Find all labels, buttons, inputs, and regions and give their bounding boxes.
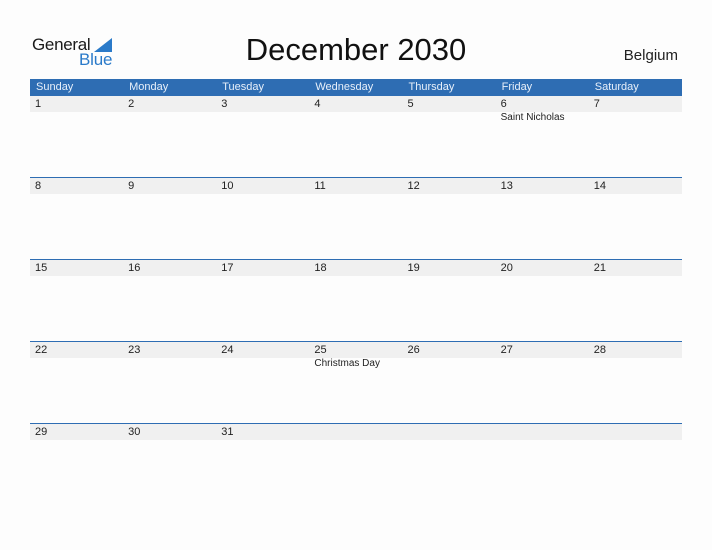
day-cell: 20 [496,260,589,338]
day-cell: 27 [496,342,589,420]
week-row: 29 30 31 [30,423,682,505]
day-cell: 29 [30,424,123,502]
week-cells: 29 30 31 [30,424,682,502]
day-cell [589,424,682,502]
day-cell: 2 [123,96,216,174]
week-cells: 1 2 3 4 5 6 Saint Nicholas 7 [30,96,682,174]
day-number: 22 [35,344,48,356]
weekday-header: Sunday Monday Tuesday Wednesday Thursday… [30,79,682,96]
day-number: 27 [500,344,513,356]
day-number [408,424,496,440]
day-cell: 15 [30,260,123,338]
day-number: 9 [128,180,135,192]
day-cell: 4 [309,96,402,174]
day-number: 21 [593,262,606,274]
day-number: 6 [500,98,507,110]
weekday-friday: Friday [501,81,533,93]
day-cell: 22 [30,342,123,420]
day-cell: 10 [216,178,309,256]
week-cells: 8 9 10 11 12 13 14 [30,178,682,256]
day-cell: 8 [30,178,123,256]
week-row: 22 23 24 25 Christmas Day 26 27 28 [30,341,682,423]
day-number: 30 [128,426,141,438]
weeks-container: 1 2 3 4 5 6 Saint Nicholas 7 8 9 10 11 12 13 14 15 16 17 1… [30,96,682,505]
day-cell: 5 [403,96,496,174]
day-number: 2 [128,98,135,110]
country-label: Belgium [623,47,678,64]
day-cell: 13 [496,178,589,256]
day-cell: 28 [589,342,682,420]
day-number [314,424,402,440]
day-number: 12 [407,180,420,192]
day-number: 8 [35,180,42,192]
weekday-monday: Monday [129,81,169,93]
day-cell: 26 [403,342,496,420]
day-cell: 9 [123,178,216,256]
week-cells: 15 16 17 18 19 20 21 [30,260,682,338]
day-number: 18 [314,262,327,274]
day-cell: 16 [123,260,216,338]
day-number: 4 [314,98,321,110]
day-number: 26 [407,344,420,356]
week-row: 15 16 17 18 19 20 21 [30,259,682,341]
day-cell: 31 [216,424,309,502]
day-number [501,424,589,440]
day-cell [403,424,496,502]
day-number: 19 [407,262,420,274]
day-cell [309,424,402,502]
day-cell: 18 [309,260,402,338]
day-number: 7 [593,98,600,110]
day-cell: 6 Saint Nicholas [496,96,589,174]
weekday-tuesday: Tuesday [222,81,265,93]
day-cell: 24 [216,342,309,420]
week-row: 8 9 10 11 12 13 14 [30,177,682,259]
holiday-label: Saint Nicholas [500,112,565,123]
day-number: 3 [221,98,228,110]
day-cell: 23 [123,342,216,420]
day-cell: 25 Christmas Day [309,342,402,420]
day-cell: 19 [403,260,496,338]
day-cell: 14 [589,178,682,256]
week-cells: 22 23 24 25 Christmas Day 26 27 28 [30,342,682,420]
day-number: 24 [221,344,234,356]
day-number: 13 [500,180,513,192]
weekday-sunday: Sunday [36,81,74,93]
day-cell: 1 [30,96,123,174]
day-number: 5 [407,98,414,110]
calendar-grid: Sunday Monday Tuesday Wednesday Thursday… [30,79,682,505]
weekday-wednesday: Wednesday [315,81,374,93]
day-number: 29 [35,426,48,438]
day-cell: 3 [216,96,309,174]
day-cell: 11 [309,178,402,256]
day-number: 31 [221,426,234,438]
day-cell: 30 [123,424,216,502]
day-number: 1 [35,98,42,110]
day-number: 28 [593,344,606,356]
weekday-saturday: Saturday [594,81,639,93]
day-cell: 7 [589,96,682,174]
day-number: 25 [314,344,327,356]
day-number [594,424,682,440]
day-cell: 21 [589,260,682,338]
day-number: 16 [128,262,141,274]
day-cell [496,424,589,502]
holiday-label: Christmas Day [314,358,380,369]
day-cell: 17 [216,260,309,338]
day-number: 23 [128,344,141,356]
day-number: 11 [314,180,326,192]
page-title: December 2030 [245,32,467,67]
day-number: 15 [35,262,48,274]
week-row: 1 2 3 4 5 6 Saint Nicholas 7 [30,96,682,177]
day-number: 14 [593,180,606,192]
day-number: 10 [221,180,234,192]
day-number: 17 [221,262,234,274]
day-number: 20 [500,262,513,274]
day-cell: 12 [403,178,496,256]
weekday-thursday: Thursday [408,81,455,93]
